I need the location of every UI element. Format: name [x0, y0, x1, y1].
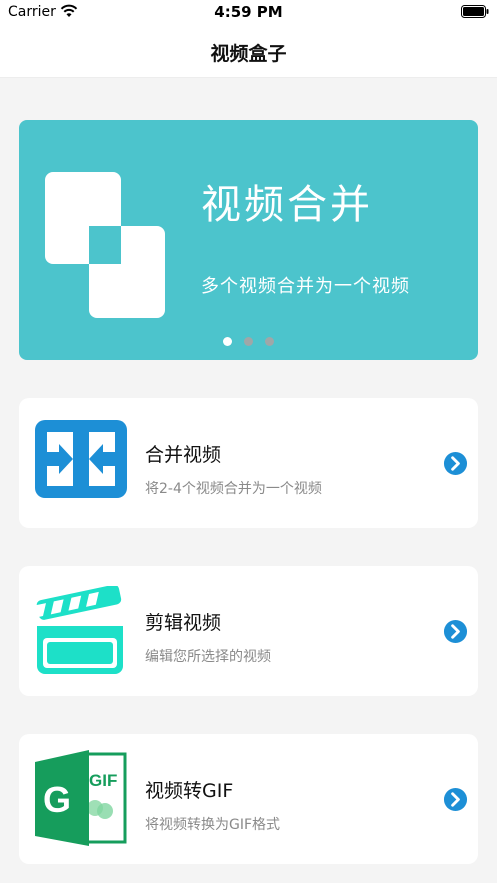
gif-convert-icon: GIF G [35, 750, 127, 846]
merge-video-card[interactable]: 合并视频 将2-4个视频合并为一个视频 [19, 398, 478, 528]
video-to-gif-card[interactable]: GIF G 视频转GIF 将视频转换为GIF格式 [19, 734, 478, 864]
status-bar: Carrier 4:59 PM [0, 0, 497, 24]
banner-carousel[interactable]: 视频合并 多个视频合并为一个视频 [19, 120, 478, 360]
card-title: 视频转GIF [145, 780, 234, 802]
chevron-right-icon[interactable] [443, 451, 468, 476]
battery-icon [461, 5, 489, 18]
page-title: 视频盒子 [210, 43, 287, 65]
chevron-right-icon[interactable] [443, 787, 468, 812]
page-indicator[interactable] [19, 337, 478, 346]
page-dot-1[interactable] [223, 337, 232, 346]
card-subtitle: 将视频转换为GIF格式 [145, 817, 281, 833]
card-title: 合并视频 [145, 444, 222, 466]
card-subtitle: 编辑您所选择的视频 [145, 649, 271, 665]
page-dot-2[interactable] [244, 337, 253, 346]
clapperboard-icon [33, 586, 123, 674]
edit-video-card[interactable]: 剪辑视频 编辑您所选择的视频 [19, 566, 478, 696]
card-subtitle: 将2-4个视频合并为一个视频 [145, 481, 322, 497]
gif-icon-text: GIF [89, 771, 117, 790]
merge-icon [35, 420, 127, 498]
card-title: 剪辑视频 [145, 612, 222, 634]
chevron-right-icon[interactable] [443, 619, 468, 644]
navigation-bar: 视频盒子 [0, 24, 497, 78]
banner-subtitle: 多个视频合并为一个视频 [201, 276, 410, 297]
merge-logo-icon [45, 172, 165, 318]
status-time: 4:59 PM [214, 3, 283, 21]
gif-icon-letter: G [43, 779, 71, 820]
page-dot-3[interactable] [265, 337, 274, 346]
banner-title: 视频合并 [201, 182, 373, 228]
